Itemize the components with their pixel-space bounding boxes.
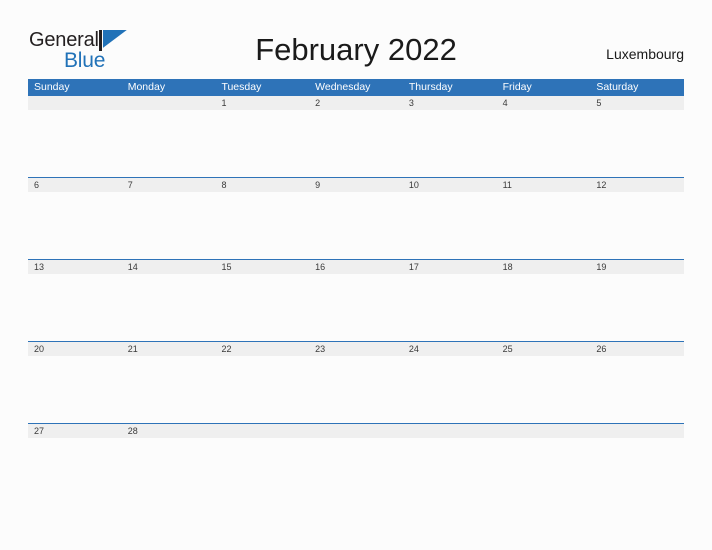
day-cell-date[interactable]: 15 bbox=[215, 260, 309, 274]
day-cell-body[interactable] bbox=[215, 356, 309, 423]
day-cell-body[interactable] bbox=[403, 356, 497, 423]
day-cell-body[interactable] bbox=[497, 356, 591, 423]
country-label: Luxembourg bbox=[606, 46, 684, 62]
week-row-3: 13 14 15 16 17 18 19 bbox=[28, 259, 684, 341]
day-cell-date[interactable]: 18 bbox=[497, 260, 591, 274]
day-cell-body[interactable] bbox=[403, 110, 497, 177]
day-cell-body[interactable] bbox=[215, 110, 309, 177]
day-cell-date[interactable]: 25 bbox=[497, 342, 591, 356]
event-area-4 bbox=[28, 356, 684, 423]
day-cell-date[interactable]: 27 bbox=[28, 424, 122, 438]
day-cell-date[interactable]: 2 bbox=[309, 96, 403, 110]
event-area-2 bbox=[28, 192, 684, 259]
day-cell-date[interactable]: 7 bbox=[122, 178, 216, 192]
day-cell-date[interactable]: 23 bbox=[309, 342, 403, 356]
date-strip-4: 20 21 22 23 24 25 26 bbox=[28, 342, 684, 356]
day-cell-date[interactable]: 1 bbox=[215, 96, 309, 110]
day-cell-body[interactable] bbox=[497, 110, 591, 177]
week-row-1: 1 2 3 4 5 bbox=[28, 96, 684, 177]
day-cell-date[interactable]: 20 bbox=[28, 342, 122, 356]
day-cell-date[interactable]: 17 bbox=[403, 260, 497, 274]
event-area-3 bbox=[28, 274, 684, 341]
day-cell-body[interactable] bbox=[28, 192, 122, 259]
day-cell-body[interactable] bbox=[497, 192, 591, 259]
day-cell-body[interactable] bbox=[590, 192, 684, 259]
day-cell-body[interactable] bbox=[28, 356, 122, 423]
day-cell-date[interactable] bbox=[122, 96, 216, 110]
day-cell-body[interactable] bbox=[122, 274, 216, 341]
weekday-header-row: Sunday Monday Tuesday Wednesday Thursday… bbox=[28, 79, 684, 96]
day-cell-body[interactable] bbox=[215, 274, 309, 341]
day-cell-body[interactable] bbox=[590, 356, 684, 423]
day-cell-body[interactable] bbox=[403, 192, 497, 259]
weekday-friday: Friday bbox=[502, 81, 532, 93]
day-cell-date[interactable]: 8 bbox=[215, 178, 309, 192]
day-cell-date[interactable]: 4 bbox=[497, 96, 591, 110]
day-cell-date[interactable]: 16 bbox=[309, 260, 403, 274]
weekday-sunday: Sunday bbox=[34, 81, 70, 93]
week-row-2: 6 7 8 9 10 11 12 bbox=[28, 177, 684, 259]
day-cell-date[interactable] bbox=[28, 96, 122, 110]
weekday-wednesday: Wednesday bbox=[315, 81, 371, 93]
day-cell-date[interactable]: 6 bbox=[28, 178, 122, 192]
day-cell-date[interactable]: 5 bbox=[590, 96, 684, 110]
weekday-saturday: Saturday bbox=[596, 81, 639, 93]
day-cell-date[interactable] bbox=[215, 424, 309, 438]
date-strip-2: 6 7 8 9 10 11 12 bbox=[28, 178, 684, 192]
calendar-grid: Sunday Monday Tuesday Wednesday Thursday… bbox=[28, 79, 684, 438]
day-cell-date[interactable]: 11 bbox=[497, 178, 591, 192]
day-cell-date[interactable]: 12 bbox=[590, 178, 684, 192]
day-cell-date[interactable] bbox=[497, 424, 591, 438]
day-cell-date[interactable]: 13 bbox=[28, 260, 122, 274]
event-area-1 bbox=[28, 110, 684, 177]
day-cell-date[interactable]: 21 bbox=[122, 342, 216, 356]
day-cell-date[interactable]: 24 bbox=[403, 342, 497, 356]
weekday-monday: Monday bbox=[127, 81, 166, 93]
page-header: General Blue February 2022 Luxembourg bbox=[0, 0, 712, 78]
day-cell-body[interactable] bbox=[28, 274, 122, 341]
weekday-thursday: Thursday bbox=[408, 81, 453, 93]
day-cell-date[interactable]: 19 bbox=[590, 260, 684, 274]
date-strip-3: 13 14 15 16 17 18 19 bbox=[28, 260, 684, 274]
week-row-4: 20 21 22 23 24 25 26 bbox=[28, 341, 684, 423]
date-strip-1: 1 2 3 4 5 bbox=[28, 96, 684, 110]
day-cell-body[interactable] bbox=[28, 110, 122, 177]
day-cell-date[interactable] bbox=[309, 424, 403, 438]
day-cell-date[interactable] bbox=[403, 424, 497, 438]
day-cell-date[interactable]: 10 bbox=[403, 178, 497, 192]
day-cell-body[interactable] bbox=[122, 192, 216, 259]
day-cell-body[interactable] bbox=[215, 192, 309, 259]
day-cell-body[interactable] bbox=[309, 356, 403, 423]
day-cell-date[interactable]: 9 bbox=[309, 178, 403, 192]
day-cell-body[interactable] bbox=[122, 110, 216, 177]
date-strip-5: 27 28 bbox=[28, 424, 684, 438]
weekday-tuesday: Tuesday bbox=[221, 81, 262, 93]
day-cell-body[interactable] bbox=[497, 274, 591, 341]
day-cell-date[interactable]: 26 bbox=[590, 342, 684, 356]
week-row-5: 27 28 bbox=[28, 423, 684, 438]
day-cell-body[interactable] bbox=[309, 110, 403, 177]
day-cell-date[interactable]: 22 bbox=[215, 342, 309, 356]
day-cell-body[interactable] bbox=[403, 274, 497, 341]
day-cell-body[interactable] bbox=[309, 192, 403, 259]
day-cell-body[interactable] bbox=[590, 110, 684, 177]
day-cell-body[interactable] bbox=[309, 274, 403, 341]
day-cell-body[interactable] bbox=[122, 356, 216, 423]
calendar-page: General Blue February 2022 Luxembourg Su… bbox=[0, 0, 712, 550]
day-cell-body[interactable] bbox=[590, 274, 684, 341]
day-cell-date[interactable]: 3 bbox=[403, 96, 497, 110]
day-cell-date[interactable]: 28 bbox=[122, 424, 216, 438]
day-cell-date[interactable] bbox=[590, 424, 684, 438]
day-cell-date[interactable]: 14 bbox=[122, 260, 216, 274]
